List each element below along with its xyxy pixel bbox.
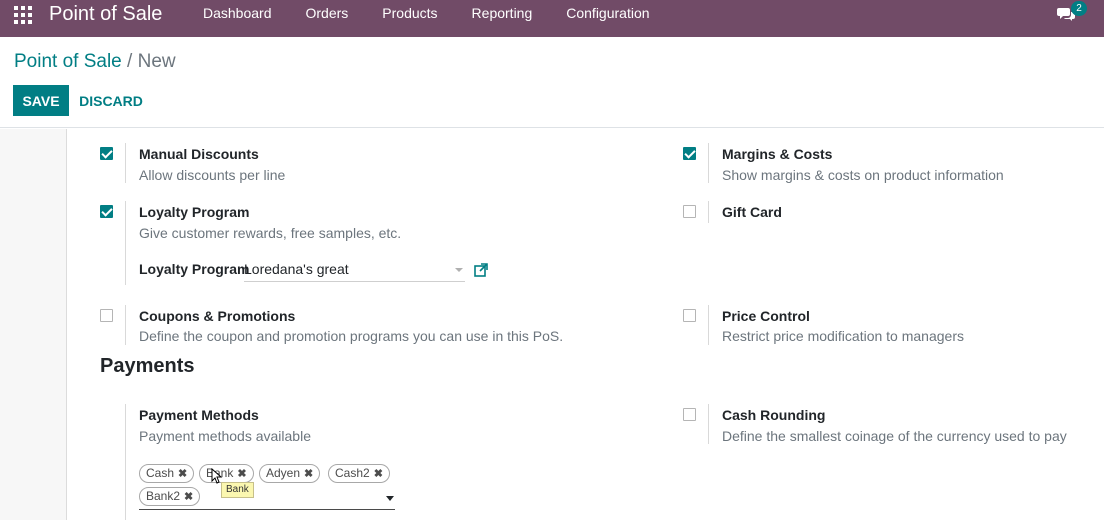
payment-methods-title: Payment Methods	[139, 407, 259, 423]
coupons-promotions-title: Coupons & Promotions	[139, 308, 296, 324]
gift-card-title: Gift Card	[722, 204, 782, 220]
divider	[708, 404, 709, 444]
close-icon[interactable]: ✖	[237, 468, 246, 480]
manual-discounts-title: Manual Discounts	[139, 146, 259, 162]
tag-label: Adyen	[266, 466, 301, 480]
payments-section-title: Payments	[100, 355, 195, 377]
main-menu: Dashboard Orders Products Reporting Conf…	[186, 0, 667, 37]
divider	[125, 201, 126, 285]
control-panel: Point of Sale / New SAVE DISCARD	[0, 37, 1104, 128]
menu-dashboard[interactable]: Dashboard	[186, 0, 289, 37]
mouse-cursor-icon	[211, 468, 223, 484]
grid-apps-icon[interactable]	[14, 6, 32, 24]
cash-rounding-checkbox[interactable]	[683, 408, 696, 421]
margins-costs-title: Margins & Costs	[722, 146, 833, 162]
breadcrumb-separator: /	[127, 51, 138, 72]
loyalty-program-value: Loredana's great	[244, 261, 349, 277]
app-brand[interactable]: Point of Sale	[49, 2, 162, 26]
menu-configuration[interactable]: Configuration	[549, 0, 666, 37]
margins-costs-desc: Show margins & costs on product informat…	[722, 167, 1004, 183]
divider	[125, 305, 126, 345]
external-link-icon[interactable]	[474, 263, 488, 277]
divider	[125, 404, 126, 520]
margins-costs-checkbox[interactable]	[683, 147, 696, 160]
gift-card-checkbox[interactable]	[683, 205, 696, 218]
tag-cash[interactable]: Cash ✖	[139, 464, 195, 483]
breadcrumb-current: New	[137, 51, 176, 72]
tag-adyen[interactable]: Adyen ✖	[259, 464, 321, 483]
breadcrumb: Point of Sale / New	[14, 51, 176, 73]
payment-methods-tags-field[interactable]: Cash ✖ Bank ✖ Adyen ✖ Cash2 ✖ Bank2 ✖	[139, 464, 395, 510]
menu-orders[interactable]: Orders	[289, 0, 366, 37]
price-control-title: Price Control	[722, 308, 810, 324]
chevron-down-icon[interactable]	[386, 496, 394, 501]
cash-rounding-title: Cash Rounding	[722, 407, 826, 423]
divider	[708, 305, 709, 345]
top-navbar: Point of Sale Dashboard Orders Products …	[0, 0, 1104, 37]
tag-bank2[interactable]: Bank2 ✖	[139, 487, 201, 506]
coupons-promotions-desc: Define the coupon and promotion programs…	[139, 328, 564, 344]
tag-label: Cash	[146, 466, 175, 480]
menu-reporting[interactable]: Reporting	[455, 0, 550, 37]
chat-count-badge: 2	[1071, 1, 1087, 16]
chevron-down-icon[interactable]	[455, 268, 463, 272]
close-icon[interactable]: ✖	[178, 468, 187, 480]
loyalty-program-select[interactable]: Loredana's great	[244, 258, 465, 282]
loyalty-program-title: Loyalty Program	[139, 204, 250, 220]
coupons-promotions-checkbox[interactable]	[100, 309, 113, 322]
divider	[125, 143, 126, 183]
discard-button[interactable]: DISCARD	[76, 85, 146, 116]
menu-products[interactable]: Products	[365, 0, 454, 37]
loyalty-program-desc: Give customer rewards, free samples, etc…	[139, 225, 402, 241]
tag-label: Cash2	[335, 466, 370, 480]
tag-label: Bank2	[146, 489, 181, 503]
save-button[interactable]: SAVE	[13, 85, 69, 116]
close-icon[interactable]: ✖	[304, 468, 313, 480]
settings-area: Manual Discounts Allow discounts per lin…	[0, 129, 1104, 520]
tag-tooltip: Bank	[221, 482, 254, 498]
tag-bank[interactable]: Bank ✖	[199, 464, 254, 483]
manual-discounts-checkbox[interactable]	[100, 147, 113, 160]
manual-discounts-desc: Allow discounts per line	[139, 167, 286, 183]
close-icon[interactable]: ✖	[374, 468, 383, 480]
price-control-checkbox[interactable]	[683, 309, 696, 322]
breadcrumb-parent[interactable]: Point of Sale	[14, 51, 122, 72]
divider	[708, 143, 709, 183]
close-icon[interactable]: ✖	[184, 491, 193, 503]
price-control-desc: Restrict price modification to managers	[722, 328, 964, 344]
divider	[708, 201, 709, 223]
loyalty-program-field-label: Loyalty Program	[139, 261, 250, 277]
cash-rounding-desc: Define the smallest coinage of the curre…	[722, 428, 1067, 444]
loyalty-program-checkbox[interactable]	[100, 205, 113, 218]
tag-cash2[interactable]: Cash2 ✖	[328, 464, 390, 483]
payment-methods-desc: Payment methods available	[139, 428, 311, 444]
